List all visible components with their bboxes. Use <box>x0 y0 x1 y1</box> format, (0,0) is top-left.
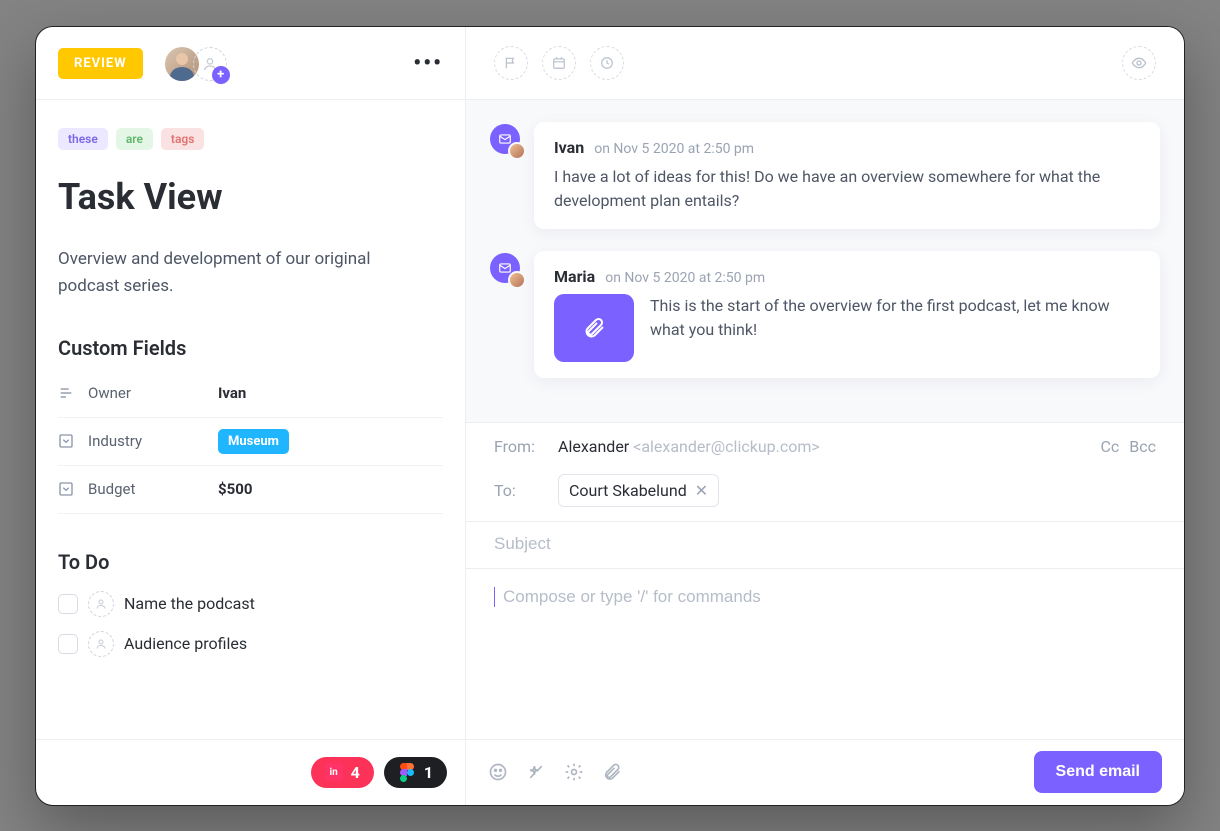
tag[interactable]: tags <box>161 128 204 150</box>
text-cursor <box>494 587 495 607</box>
bcc-button[interactable]: Bcc <box>1129 437 1156 456</box>
left-body: these are tags Task View Overview and de… <box>36 100 465 739</box>
attachment-count: 4 <box>351 763 360 782</box>
custom-field-value: Ivan <box>218 384 246 402</box>
todo-item[interactable]: Name the podcast <box>58 584 443 624</box>
compose-footer: Send email <box>466 739 1184 805</box>
mini-avatar <box>508 271 526 289</box>
time-icon[interactable] <box>590 46 624 80</box>
custom-field-row[interactable]: Budget $500 <box>58 466 443 514</box>
comment-body: This is the start of the overview for th… <box>554 294 1140 362</box>
to-label: To: <box>494 481 558 500</box>
custom-field-pill-value: Museum <box>218 429 289 454</box>
todo-text: Audience profiles <box>124 634 247 653</box>
todo-heading: To Do <box>58 550 443 574</box>
checkbox[interactable] <box>58 634 78 654</box>
task-modal: REVIEW ••• these are tags Task View Over… <box>35 26 1185 806</box>
task-description[interactable]: Overview and development of our original… <box>58 246 378 300</box>
todo-text: Name the podcast <box>124 594 255 613</box>
compose-body[interactable] <box>466 569 1184 739</box>
attachment-thumbnail[interactable] <box>554 294 634 362</box>
ai-assist-icon[interactable] <box>526 762 546 782</box>
from-row: From: Alexander <alexander@clickup.com> … <box>466 423 1184 470</box>
add-assignee-button[interactable] <box>193 47 227 81</box>
text-field-icon <box>58 385 80 401</box>
assignee-placeholder-icon[interactable] <box>88 591 114 617</box>
checkbox[interactable] <box>58 594 78 614</box>
left-footer: 4 1 <box>36 739 465 805</box>
figma-attachments-pill[interactable]: 1 <box>384 757 447 788</box>
send-email-button[interactable]: Send email <box>1034 751 1162 793</box>
assignee-placeholder-icon[interactable] <box>88 631 114 657</box>
subject-row <box>466 522 1184 569</box>
comment-text: This is the start of the overview for th… <box>650 296 1110 339</box>
body-input[interactable] <box>503 589 1155 607</box>
cc-button[interactable]: Cc <box>1100 437 1119 456</box>
subject-input[interactable] <box>494 536 1156 554</box>
left-header: REVIEW ••• <box>36 27 465 100</box>
recipient-name: Court Skabelund <box>569 481 687 500</box>
attachment-count: 1 <box>424 763 433 782</box>
flag-icon[interactable] <box>494 46 528 80</box>
comment-author: Ivan <box>554 138 584 157</box>
comment-timestamp: on Nov 5 2020 at 2:50 pm <box>605 270 765 286</box>
comment-body: I have a lot of ideas for this! Do we ha… <box>554 165 1140 213</box>
more-options-button[interactable]: ••• <box>413 51 443 76</box>
assignee-stack <box>165 47 227 81</box>
tag-list: these are tags <box>58 128 443 150</box>
invision-icon <box>325 763 343 781</box>
tag[interactable]: are <box>116 128 153 150</box>
from-email: <alexander@clickup.com> <box>633 437 820 456</box>
emoji-icon[interactable] <box>488 762 508 782</box>
email-icon <box>490 124 520 154</box>
email-comment: Maria on Nov 5 2020 at 2:50 pm This is t… <box>490 251 1160 378</box>
email-icon <box>490 253 520 283</box>
to-row: To: Court Skabelund ✕ <box>466 470 1184 522</box>
dropdown-field-icon <box>58 433 80 449</box>
email-composer: From: Alexander <alexander@clickup.com> … <box>466 422 1184 805</box>
custom-field-row[interactable]: Industry Museum <box>58 418 443 466</box>
todo-item[interactable]: Audience profiles <box>58 624 443 664</box>
comment-author: Maria <box>554 267 595 286</box>
dropdown-field-icon <box>58 481 80 497</box>
custom-fields-heading: Custom Fields <box>58 336 443 360</box>
custom-field-value: $500 <box>218 480 252 498</box>
invision-attachments-pill[interactable]: 4 <box>311 757 374 788</box>
recipient-chip[interactable]: Court Skabelund ✕ <box>558 474 719 507</box>
settings-icon[interactable] <box>564 762 584 782</box>
comment-timestamp: on Nov 5 2020 at 2:50 pm <box>594 141 754 157</box>
comment-thread: Ivan on Nov 5 2020 at 2:50 pm I have a l… <box>466 100 1184 422</box>
figma-icon <box>398 763 416 781</box>
mini-avatar <box>508 142 526 160</box>
custom-field-label: Budget <box>88 480 218 498</box>
activity-pane: Ivan on Nov 5 2020 at 2:50 pm I have a l… <box>466 27 1184 805</box>
custom-field-row[interactable]: Owner Ivan <box>58 370 443 418</box>
tag[interactable]: these <box>58 128 108 150</box>
task-details-pane: REVIEW ••• these are tags Task View Over… <box>36 27 466 805</box>
email-comment: Ivan on Nov 5 2020 at 2:50 pm I have a l… <box>490 122 1160 229</box>
custom-field-label: Owner <box>88 384 218 402</box>
right-header <box>466 27 1184 100</box>
status-badge[interactable]: REVIEW <box>58 48 143 79</box>
from-name: Alexander <box>558 437 629 456</box>
remove-recipient-icon[interactable]: ✕ <box>695 481 708 500</box>
custom-field-label: Industry <box>88 432 218 450</box>
task-title[interactable]: Task View <box>58 176 443 218</box>
attachment-icon[interactable] <box>602 762 622 782</box>
comment-card[interactable]: Maria on Nov 5 2020 at 2:50 pm This is t… <box>534 251 1160 378</box>
comment-card[interactable]: Ivan on Nov 5 2020 at 2:50 pm I have a l… <box>534 122 1160 229</box>
watchers-icon[interactable] <box>1122 46 1156 80</box>
from-label: From: <box>494 437 558 456</box>
calendar-icon[interactable] <box>542 46 576 80</box>
